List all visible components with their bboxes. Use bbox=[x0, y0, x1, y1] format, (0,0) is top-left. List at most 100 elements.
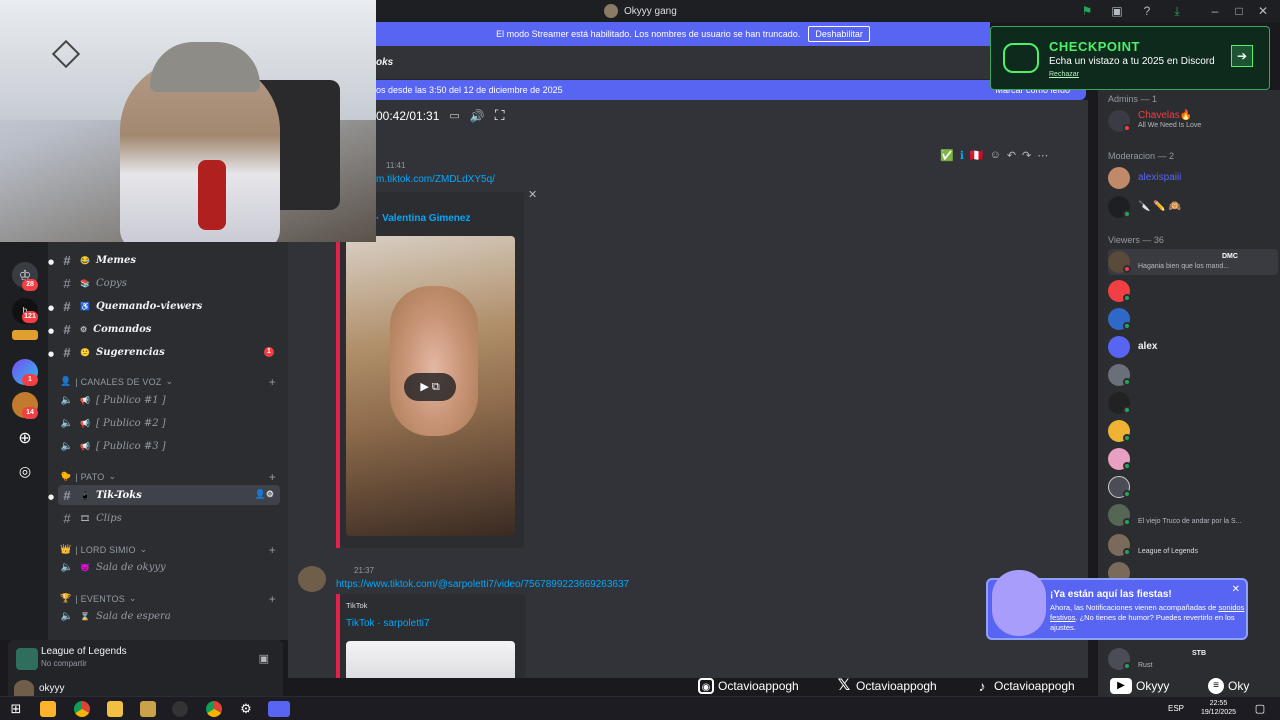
system-clock[interactable]: 22:55 19/12/2025 bbox=[1201, 699, 1236, 717]
reaction-check-icon[interactable]: ✅ bbox=[940, 149, 954, 162]
member-item[interactable]: STB Rust bbox=[1108, 646, 1268, 672]
member-item[interactable]: El viejo Truco de andar por la S... bbox=[1108, 502, 1268, 528]
category-eventos[interactable]: 🏆 | EVENTOS ⌄ + bbox=[60, 592, 276, 606]
channel-memes[interactable]: ● # 😂 Memes bbox=[48, 250, 280, 270]
add-channel-icon[interactable]: + bbox=[269, 543, 276, 557]
speaker-icon: 🔈 bbox=[60, 610, 74, 622]
instagram-icon: ◉ bbox=[698, 678, 714, 694]
add-server-icon[interactable]: ⊕ bbox=[12, 426, 38, 452]
reply-icon[interactable]: ↶ bbox=[1007, 149, 1016, 162]
server-icon[interactable] bbox=[12, 330, 38, 340]
flag-icon[interactable]: ⚑ bbox=[1080, 4, 1094, 18]
remove-embed-icon[interactable]: ✕ bbox=[528, 188, 537, 201]
channel-emoji: 😈 bbox=[80, 562, 90, 572]
add-channel-icon[interactable]: + bbox=[269, 592, 276, 606]
league-of-legends-icon[interactable] bbox=[140, 701, 156, 717]
keyboard-language[interactable]: ESP bbox=[1168, 704, 1184, 713]
message-timestamp: 21:37 bbox=[354, 566, 375, 575]
category-voice[interactable]: 👤 | CANALES DE VOZ ⌄ + bbox=[60, 375, 276, 389]
embed-title[interactable]: · Valentina Gimenez bbox=[376, 213, 470, 224]
obs-icon[interactable] bbox=[172, 701, 188, 717]
member-item[interactable] bbox=[1108, 278, 1268, 304]
reaction-info-icon[interactable]: ℹ bbox=[960, 149, 964, 162]
member-item[interactable]: alexispaiii bbox=[1108, 165, 1268, 191]
channel-tik-toks[interactable]: ● # 📱 Tik-Toks 👤⚙ bbox=[48, 485, 280, 505]
member-item[interactable]: Chavelas🔥 All We Need Is Love bbox=[1108, 108, 1268, 134]
embed-title[interactable]: TikTok · sarpoletti7 bbox=[346, 618, 430, 629]
fullscreen-icon[interactable]: ⛶ bbox=[495, 107, 505, 124]
settings-icon[interactable]: ⚙ bbox=[238, 701, 254, 717]
member-item[interactable] bbox=[1108, 362, 1268, 388]
channel-name: Sugerencias bbox=[95, 346, 165, 358]
channel-sugerencias[interactable]: ● # 😕 Sugerencias 1 bbox=[48, 342, 280, 362]
notifications-icon[interactable]: ▢ bbox=[1252, 701, 1268, 717]
windows-start-icon[interactable]: ⊞ bbox=[8, 701, 24, 717]
minimize-icon[interactable]: – bbox=[1208, 4, 1222, 18]
download-icon[interactable]: ⤓ bbox=[1170, 4, 1184, 18]
chrome-icon[interactable] bbox=[74, 701, 90, 717]
file-explorer-icon[interactable] bbox=[107, 701, 123, 717]
screen-share-icon[interactable]: ▣ bbox=[259, 652, 269, 665]
member-item[interactable] bbox=[1108, 474, 1268, 500]
add-channel-icon[interactable]: + bbox=[269, 470, 276, 484]
voice-channel-publico-1[interactable]: 🔈 📢 [ Publico #1 ] bbox=[58, 390, 280, 410]
member-item[interactable]: alex bbox=[1108, 334, 1268, 360]
twitch-icon: ≡ bbox=[1208, 678, 1224, 694]
message-link[interactable]: https://www.tiktok.com/@sarpoletti7/vide… bbox=[336, 579, 629, 590]
reaction-flag-icon[interactable]: 🇵🇪 bbox=[970, 149, 984, 162]
voice-channel-sala-de-espera[interactable]: 🔈 ⌛ Sala de espera bbox=[58, 606, 280, 626]
checkpoint-banner[interactable]: CHECKPOINT Echa un vistazo a tu 2025 en … bbox=[990, 26, 1270, 90]
activity-panel[interactable]: League of Legends No compartir ▣ bbox=[8, 640, 283, 676]
new-messages-bar[interactable]: os desde las 3:50 del 12 de diciembre de… bbox=[376, 80, 1086, 100]
maximize-icon[interactable]: □ bbox=[1232, 4, 1246, 18]
member-item[interactable] bbox=[1108, 390, 1268, 416]
explore-icon[interactable]: ◎ bbox=[12, 458, 38, 484]
inbox-icon[interactable]: ▣ bbox=[1110, 4, 1124, 18]
checkpoint-dismiss[interactable]: Rechazar bbox=[1049, 71, 1079, 78]
embed-video-thumbnail[interactable] bbox=[346, 641, 515, 678]
social-x: 𝕏 Octavioappogh bbox=[836, 678, 937, 694]
message-link[interactable]: m.tiktok.com/ZMDLdXY5q/ bbox=[376, 174, 495, 185]
voice-channel-sala-de-okyyy[interactable]: 🔈 😈 Sala de okyyy bbox=[58, 557, 280, 577]
channel-clips[interactable]: # 🎞 Clips bbox=[58, 508, 280, 528]
embed-video-thumbnail[interactable]: ▶ ⧉ bbox=[346, 236, 515, 536]
voice-channel-publico-3[interactable]: 🔈 📢 [ Publico #3 ] bbox=[58, 436, 280, 456]
channel-comandos[interactable]: ● # ⚙ Comandos bbox=[48, 319, 280, 339]
channel-name: Copys bbox=[95, 277, 127, 289]
member-item[interactable]: DMC Hagania bien que los mand... bbox=[1108, 249, 1278, 275]
help-icon[interactable]: ? bbox=[1140, 4, 1154, 18]
voice-channel-publico-2[interactable]: 🔈 📢 [ Publico #2 ] bbox=[58, 413, 280, 433]
discord-icon[interactable] bbox=[268, 701, 290, 717]
author-avatar[interactable] bbox=[298, 566, 326, 592]
chrome-icon[interactable] bbox=[206, 701, 222, 717]
member-item[interactable] bbox=[1108, 306, 1268, 332]
add-reaction-icon[interactable]: ☺ bbox=[990, 149, 1001, 162]
more-icon[interactable]: ⋯ bbox=[1037, 149, 1048, 162]
member-item[interactable]: League of Legends bbox=[1108, 532, 1268, 558]
speaker-icon: 🔈 bbox=[60, 394, 74, 406]
close-icon[interactable]: ✕ bbox=[1232, 584, 1240, 595]
x-icon: 𝕏 bbox=[837, 677, 851, 694]
close-icon[interactable]: ✕ bbox=[1256, 4, 1270, 18]
add-channel-icon[interactable]: + bbox=[269, 375, 276, 389]
server-avatar bbox=[604, 4, 618, 18]
member-item[interactable]: 🔪 ✏️ 🙉 bbox=[1108, 194, 1268, 220]
avatar[interactable] bbox=[14, 680, 34, 696]
category-lord-simio[interactable]: 👑 | LORD SIMIO ⌄ + bbox=[60, 543, 276, 557]
play-icon[interactable]: ▶ ⧉ bbox=[404, 373, 456, 401]
server-badge: 121 bbox=[22, 311, 38, 323]
volume-icon[interactable]: 🔊 bbox=[470, 109, 485, 123]
checkpoint-title: CHECKPOINT bbox=[1049, 39, 1140, 54]
channel-name: [ Publico #2 ] bbox=[95, 417, 166, 429]
captions-icon[interactable]: ▭ bbox=[449, 109, 459, 122]
member-item[interactable] bbox=[1108, 446, 1268, 472]
taskbar-app-icon[interactable] bbox=[40, 701, 56, 717]
invite-settings-icons[interactable]: 👤⚙ bbox=[255, 490, 274, 500]
member-item[interactable] bbox=[1108, 418, 1268, 444]
forward-icon[interactable]: ↷ bbox=[1022, 149, 1031, 162]
disable-streamer-button[interactable]: Deshabilitar bbox=[808, 26, 870, 42]
arrow-right-icon[interactable]: ➔ bbox=[1231, 45, 1253, 67]
category-pato[interactable]: 🐤 | PATO ⌄ + bbox=[60, 470, 276, 484]
channel-copys[interactable]: # 📚 Copys bbox=[58, 273, 280, 293]
channel-quemando-viewers[interactable]: ● # ♿ Quemando-viewers bbox=[48, 296, 280, 316]
